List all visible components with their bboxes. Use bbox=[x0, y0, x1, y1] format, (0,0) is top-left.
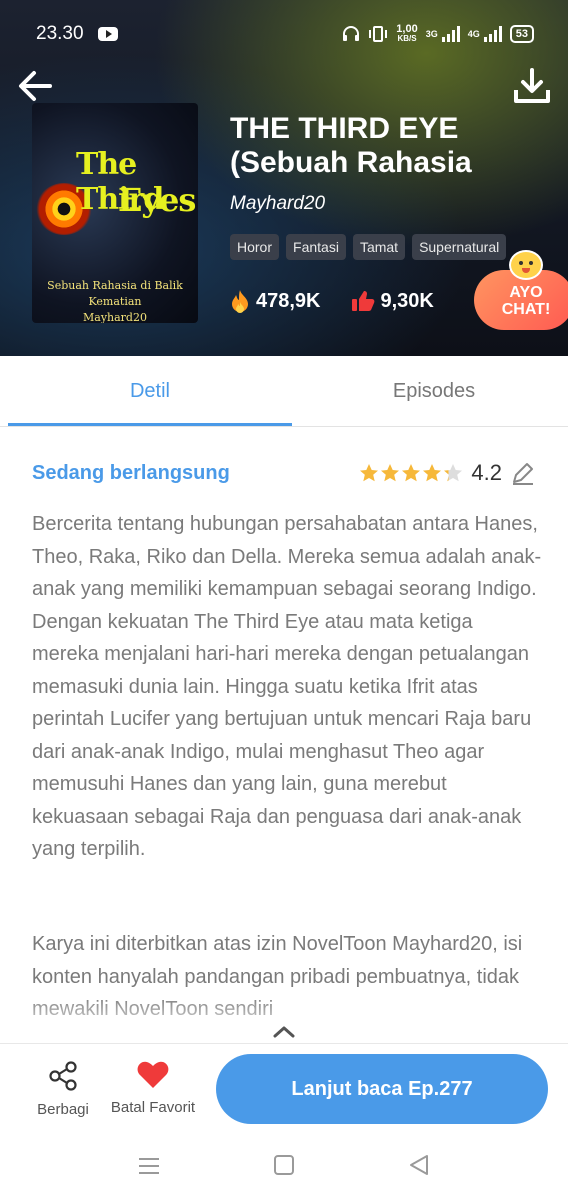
network-speed-value: 1,00 bbox=[396, 23, 418, 35]
status-time: 23.30 bbox=[36, 23, 84, 44]
rating-value: 4.2 bbox=[471, 460, 502, 485]
recent-apps-icon[interactable] bbox=[138, 1157, 160, 1175]
network-type-1: 3G bbox=[425, 29, 438, 39]
genre-tags: Horor Fantasi Tamat Supernatural bbox=[230, 234, 507, 260]
tag-supernatural[interactable]: Supernatural bbox=[412, 234, 507, 260]
detail-tabs: Detil Episodes bbox=[0, 356, 568, 427]
status-icons: 1,00 KB/S 3G 4G 53 bbox=[342, 24, 534, 44]
publication-status: Sedang berlangsung bbox=[32, 462, 230, 484]
views-count: 478,9K bbox=[256, 289, 321, 312]
tag-fantasi[interactable]: Fantasi bbox=[286, 234, 346, 260]
signal-icon-2 bbox=[483, 26, 502, 42]
youtube-notification-icon bbox=[98, 27, 118, 41]
system-back-icon[interactable] bbox=[408, 1154, 430, 1176]
author-name[interactable]: Mayhard20 bbox=[230, 193, 325, 215]
download-button[interactable] bbox=[512, 66, 552, 106]
cover-subtitle-line2: Kematian bbox=[88, 295, 142, 308]
book-header: 23.30 1,00 KB/S 3G 4G 53 The Third Eyes S… bbox=[0, 0, 568, 356]
thumbs-up-icon bbox=[351, 291, 374, 311]
star-icon bbox=[381, 464, 400, 482]
share-button[interactable]: Berbagi bbox=[28, 1060, 98, 1120]
bottom-action-bar: Berbagi Batal Favorit Lanjut baca Ep.277 bbox=[0, 1043, 568, 1133]
star-icon bbox=[423, 464, 442, 482]
tab-detil[interactable]: Detil bbox=[8, 356, 292, 427]
fire-icon bbox=[232, 290, 248, 313]
tag-horor[interactable]: Horor bbox=[230, 234, 280, 260]
star-icon bbox=[360, 464, 379, 482]
headphones-icon bbox=[343, 26, 360, 41]
back-button[interactable] bbox=[16, 66, 56, 106]
chat-label: AYO CHAT! bbox=[498, 284, 554, 318]
favorite-label: Batal Favorit bbox=[110, 1099, 196, 1116]
chat-label-line1: AYO bbox=[509, 284, 543, 301]
download-icon bbox=[514, 68, 550, 103]
edit-rating-icon[interactable] bbox=[510, 460, 536, 486]
share-icon bbox=[49, 1061, 77, 1091]
signal-icon-1 bbox=[441, 26, 460, 42]
star-half-icon bbox=[444, 464, 463, 482]
arrow-left-icon bbox=[19, 71, 52, 101]
book-stats: 478,9K 9,30K bbox=[230, 289, 434, 313]
cover-subtitle-line3: Mayhard20 bbox=[83, 311, 147, 323]
status-bar: 23.30 1,00 KB/S 3G 4G 53 bbox=[0, 18, 568, 52]
rating: 4.2 bbox=[359, 460, 536, 486]
network-speed-unit: KB/S bbox=[397, 34, 417, 43]
network-type-2: 4G bbox=[467, 29, 480, 39]
star-icon bbox=[402, 464, 421, 482]
rating-stars bbox=[359, 463, 463, 483]
chat-mascot-icon bbox=[509, 250, 543, 280]
cover-subtitle-line1: Sebuah Rahasia di Balik bbox=[47, 279, 183, 292]
tab-episodes[interactable]: Episodes bbox=[292, 356, 568, 427]
vibrate-icon bbox=[369, 26, 388, 42]
tag-tamat[interactable]: Tamat bbox=[352, 234, 406, 260]
views-stat: 478,9K bbox=[230, 289, 321, 313]
active-tab-indicator bbox=[8, 423, 292, 426]
favorite-button[interactable]: Batal Favorit bbox=[106, 1060, 200, 1120]
cover-title-line2: Eyes bbox=[118, 181, 196, 219]
book-cover[interactable]: The Third Eyes Sebuah Rahasia di Balik K… bbox=[32, 103, 198, 323]
home-icon[interactable] bbox=[274, 1155, 294, 1175]
battery-icon: 53 bbox=[509, 25, 534, 43]
book-title: THE THIRD EYE (Sebuah Rahasia bbox=[230, 112, 472, 179]
system-navigation-bar bbox=[0, 1133, 568, 1200]
likes-count: 9,30K bbox=[380, 289, 434, 312]
continue-reading-button[interactable]: Lanjut baca Ep.277 bbox=[216, 1054, 548, 1124]
heart-icon bbox=[137, 1061, 169, 1088]
collapse-button[interactable] bbox=[270, 1022, 298, 1042]
chat-label-line2: CHAT! bbox=[501, 301, 551, 318]
network-speed: 1,00 KB/S bbox=[396, 24, 417, 44]
chevron-up-icon bbox=[273, 1026, 295, 1038]
share-label: Berbagi bbox=[37, 1101, 89, 1118]
likes-stat: 9,30K bbox=[351, 289, 434, 313]
synopsis-text: Bercerita tentang hubungan persahabatan … bbox=[32, 513, 542, 860]
